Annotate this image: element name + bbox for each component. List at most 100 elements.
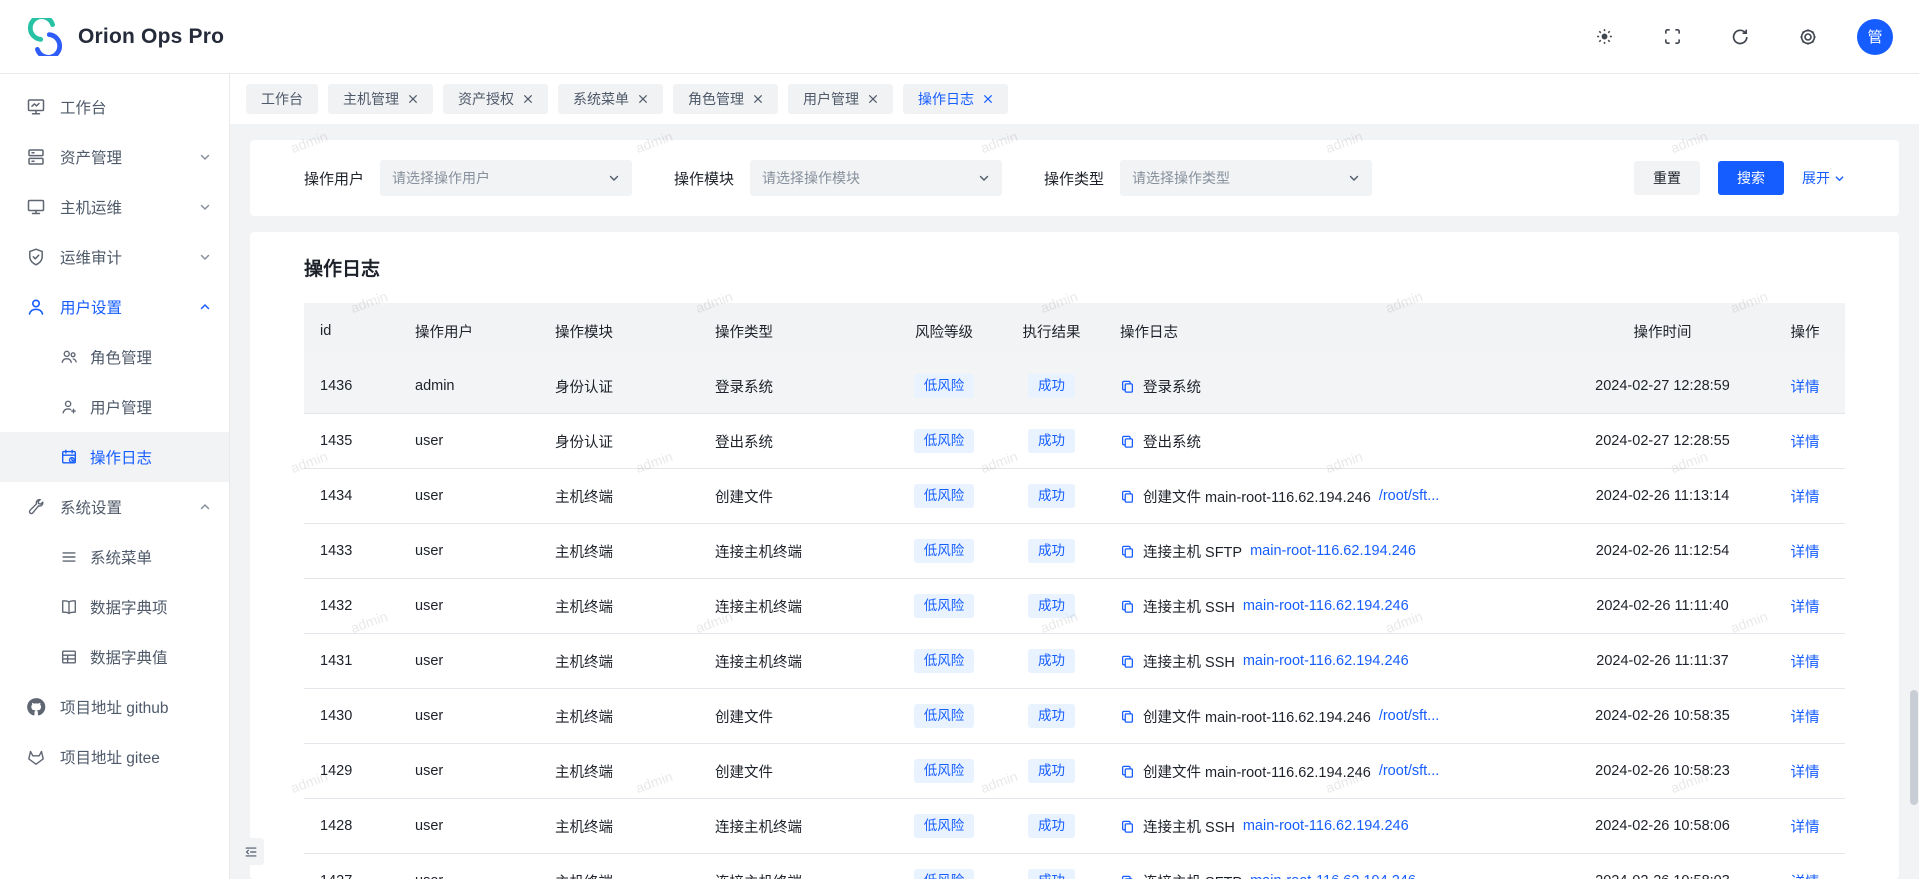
log-link[interactable]: /root/sft... <box>1379 488 1439 504</box>
close-icon[interactable] <box>983 94 993 104</box>
cell-id: 1436 <box>304 359 399 414</box>
copy-icon[interactable] <box>1120 379 1135 394</box>
sidebar-item-host-ops[interactable]: 主机运维 <box>0 182 229 232</box>
fullscreen-icon[interactable] <box>1653 18 1691 56</box>
table-row: 1429 user 主机终端 创建文件 低风险 成功 创建文件 main-roo… <box>304 744 1845 799</box>
copy-icon[interactable] <box>1120 489 1135 504</box>
cell-module: 主机终端 <box>539 744 699 799</box>
col-header-module: 操作模块 <box>539 303 699 359</box>
copy-icon[interactable] <box>1120 874 1135 879</box>
detail-link[interactable]: 详情 <box>1791 600 1820 616</box>
copy-icon[interactable] <box>1120 599 1135 614</box>
detail-link[interactable]: 详情 <box>1791 435 1820 451</box>
chevron-down-icon <box>199 251 211 263</box>
result-badge: 成功 <box>1028 814 1075 838</box>
risk-badge: 低风险 <box>914 704 975 728</box>
table-row: 1427 user 主机终端 连接主机终端 低风险 成功 连接主机 SFTP m… <box>304 854 1845 879</box>
tab-label: 系统菜单 <box>573 89 629 109</box>
theme-toggle-icon[interactable] <box>1585 18 1623 56</box>
detail-link[interactable]: 详情 <box>1791 545 1820 561</box>
user-avatar[interactable]: 管 <box>1857 19 1893 55</box>
cell-type: 连接主机终端 <box>699 579 889 634</box>
tab-role-management[interactable]: 角色管理 <box>673 84 778 114</box>
cell-id: 1435 <box>304 414 399 469</box>
detail-link[interactable]: 详情 <box>1791 765 1820 781</box>
detail-link[interactable]: 详情 <box>1791 490 1820 506</box>
close-icon[interactable] <box>523 94 533 104</box>
risk-badge: 低风险 <box>914 594 975 618</box>
copy-icon[interactable] <box>1120 819 1135 834</box>
risk-badge: 低风险 <box>914 429 975 453</box>
close-icon[interactable] <box>868 94 878 104</box>
sidebar-item-role-management[interactable]: 角色管理 <box>0 332 229 382</box>
operation-user-select[interactable]: 请选择操作用户 <box>380 160 632 196</box>
copy-icon[interactable] <box>1120 764 1135 779</box>
sidebar-item-ops-audit[interactable]: 运维审计 <box>0 232 229 282</box>
cell-type: 登录系统 <box>699 359 889 414</box>
log-link[interactable]: main-root-116.62.194.246 <box>1243 818 1409 834</box>
tab-workbench[interactable]: 工作台 <box>246 84 318 114</box>
sidebar-item-github-link[interactable]: 项目地址 github <box>0 682 229 732</box>
detail-link[interactable]: 详情 <box>1791 875 1820 879</box>
log-link[interactable]: /root/sft... <box>1379 763 1439 779</box>
close-icon[interactable] <box>408 94 418 104</box>
operation-type-select[interactable]: 请选择操作类型 <box>1120 160 1372 196</box>
copy-icon[interactable] <box>1120 709 1135 724</box>
sidebar-item-user-settings[interactable]: 用户设置 <box>0 282 229 332</box>
copy-icon[interactable] <box>1120 654 1135 669</box>
log-link[interactable]: main-root-116.62.194.246 <box>1250 543 1416 559</box>
shield-check-icon <box>26 247 46 267</box>
log-link[interactable]: main-root-116.62.194.246 <box>1243 598 1409 614</box>
detail-link[interactable]: 详情 <box>1791 820 1820 836</box>
tab-asset-authorization[interactable]: 资产授权 <box>443 84 548 114</box>
chevron-down-icon <box>1348 172 1360 184</box>
sidebar-item-gitee-link[interactable]: 项目地址 gitee <box>0 732 229 782</box>
reset-button[interactable]: 重置 <box>1634 161 1700 195</box>
result-badge: 成功 <box>1028 539 1075 563</box>
log-link[interactable]: /root/sft... <box>1379 708 1439 724</box>
detail-link[interactable]: 详情 <box>1791 380 1820 396</box>
expand-toggle[interactable]: 展开 <box>1802 168 1845 188</box>
sidebar-item-system-settings[interactable]: 系统设置 <box>0 482 229 532</box>
tab-user-management[interactable]: 用户管理 <box>788 84 893 114</box>
detail-link[interactable]: 详情 <box>1791 710 1820 726</box>
sidebar-item-label: 运维审计 <box>60 246 122 268</box>
search-button[interactable]: 搜索 <box>1718 161 1784 195</box>
monitor-icon <box>26 197 46 217</box>
cell-time: 2024-02-26 11:11:40 <box>1560 579 1765 634</box>
log-link[interactable]: main-root-116.62.194.246 <box>1243 653 1409 669</box>
copy-icon[interactable] <box>1120 544 1135 559</box>
col-header-time: 操作时间 <box>1560 303 1765 359</box>
sidebar-item-system-menu[interactable]: 系统菜单 <box>0 532 229 582</box>
log-text: 创建文件 main-root-116.62.194.246 <box>1143 761 1371 782</box>
sidebar-item-operation-log[interactable]: 操作日志 <box>0 432 229 482</box>
tab-system-menu[interactable]: 系统菜单 <box>558 84 663 114</box>
sidebar-item-dict-value[interactable]: 数据字典值 <box>0 632 229 682</box>
scrollbar-thumb[interactable] <box>1910 690 1918 805</box>
sidebar-item-user-management[interactable]: 用户管理 <box>0 382 229 432</box>
sidebar-item-dict-item[interactable]: 数据字典项 <box>0 582 229 632</box>
sidebar-item-assets[interactable]: 资产管理 <box>0 132 229 182</box>
operation-module-select[interactable]: 请选择操作模块 <box>750 160 1002 196</box>
sidebar-item-label: 操作日志 <box>90 446 152 468</box>
close-icon[interactable] <box>753 94 763 104</box>
vertical-scrollbar <box>1909 0 1918 879</box>
col-header-result: 执行结果 <box>999 303 1104 359</box>
cell-time: 2024-02-26 10:58:35 <box>1560 689 1765 744</box>
sidebar-item-workbench[interactable]: 工作台 <box>0 82 229 132</box>
log-link[interactable]: main-root-116.62.194.246 <box>1250 873 1416 879</box>
copy-icon[interactable] <box>1120 434 1135 449</box>
tab-operation-log[interactable]: 操作日志 <box>903 84 1008 114</box>
chevron-down-icon <box>199 151 211 163</box>
tab-host-management[interactable]: 主机管理 <box>328 84 433 114</box>
sidebar-item-label: 用户设置 <box>60 296 122 318</box>
cell-user: user <box>399 689 539 744</box>
sidebar-collapse-button[interactable] <box>237 838 264 865</box>
cell-id: 1433 <box>304 524 399 579</box>
close-icon[interactable] <box>638 94 648 104</box>
brand: Orion Ops Pro <box>26 18 224 56</box>
detail-link[interactable]: 详情 <box>1791 655 1820 671</box>
settings-gear-icon[interactable] <box>1789 18 1827 56</box>
refresh-icon[interactable] <box>1721 18 1759 56</box>
cell-user: user <box>399 414 539 469</box>
